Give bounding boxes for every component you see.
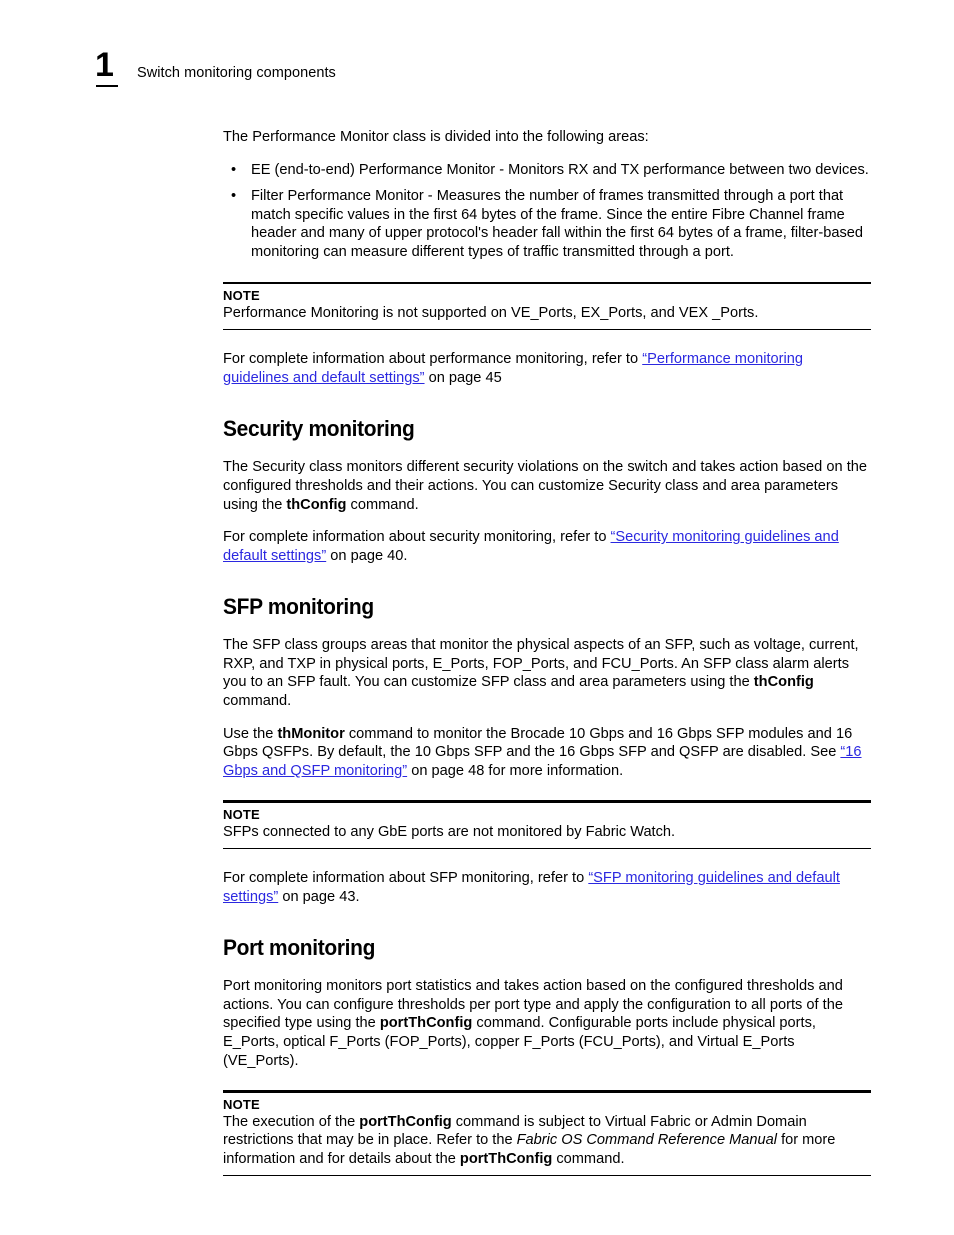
xref-tail-text: on page 40. bbox=[326, 547, 408, 564]
list-item: • Filter Performance Monitor - Measures … bbox=[223, 187, 871, 261]
document-page: 1 Switch monitoring components The Perfo… bbox=[0, 0, 954, 1235]
command-portthconfig: portThConfig bbox=[459, 1150, 553, 1167]
note-bottom-rule bbox=[223, 1174, 871, 1176]
security-cross-reference: For complete information about security … bbox=[223, 528, 871, 565]
command-thconfig: thConfig bbox=[286, 496, 347, 513]
note-body: SFPs connected to any GbE ports are not … bbox=[223, 824, 676, 841]
heading-security-monitoring: Security monitoring bbox=[223, 416, 415, 442]
sfp2-text-part-3: on page 48 for more information. bbox=[407, 762, 624, 779]
xref-lead-text: For complete information about SFP monit… bbox=[223, 870, 589, 887]
performance-cross-reference: For complete information about performan… bbox=[223, 350, 871, 387]
xref-tail-text: on page 43. bbox=[278, 888, 360, 905]
command-thconfig: thConfig bbox=[753, 674, 814, 691]
note-block-port: NOTE The execution of the portThConfig c… bbox=[223, 1090, 871, 1176]
chapter-number-underline bbox=[96, 85, 118, 87]
port-paragraph: Port monitoring monitors port statistics… bbox=[223, 977, 871, 1070]
note-label: NOTE bbox=[223, 288, 260, 304]
performance-areas-list: • EE (end-to-end) Performance Monitor - … bbox=[223, 161, 871, 262]
note-body: Performance Monitoring is not supported … bbox=[223, 305, 759, 322]
command-portthconfig: portThConfig bbox=[379, 1015, 473, 1032]
security-text-part-2: command. bbox=[346, 496, 419, 513]
note-bottom-rule bbox=[223, 847, 871, 850]
bullet-icon: • bbox=[231, 188, 237, 205]
chapter-number: 1 bbox=[95, 46, 114, 84]
list-item-text: EE (end-to-end) Performance Monitor - Mo… bbox=[251, 161, 869, 178]
note-block-sfp: NOTE SFPs connected to any GbE ports are… bbox=[223, 800, 871, 850]
xref-lead-text: For complete information about performan… bbox=[223, 351, 643, 368]
running-header-title: Switch monitoring components bbox=[137, 65, 336, 81]
note-label: NOTE bbox=[223, 1096, 260, 1112]
sfp-paragraph-1: The SFP class groups areas that monitor … bbox=[223, 636, 871, 710]
page-content: The Performance Monitor class is divided… bbox=[223, 128, 871, 1176]
manual-title-italic: Fabric OS Command Reference Manual bbox=[516, 1132, 778, 1149]
note-bottom-rule bbox=[223, 328, 871, 331]
list-item-text: Filter Performance Monitor - Measures th… bbox=[251, 188, 864, 260]
security-paragraph: The Security class monitors different se… bbox=[223, 458, 871, 514]
sfp-paragraph-2: Use the thMonitor command to monitor the… bbox=[223, 725, 871, 781]
note-body: The execution of the portThConfig comman… bbox=[223, 1113, 871, 1175]
xref-lead-text: For complete information about security … bbox=[223, 529, 611, 546]
sfp2-text-part-1: Use the bbox=[223, 725, 278, 742]
sfp-cross-reference: For complete information about SFP monit… bbox=[223, 869, 871, 906]
note-text-part-4: command. bbox=[552, 1150, 625, 1167]
bullet-icon: • bbox=[231, 161, 237, 178]
list-item: • EE (end-to-end) Performance Monitor - … bbox=[223, 161, 871, 180]
command-portthconfig: portThConfig bbox=[359, 1113, 452, 1130]
sfp-text-part-2: command. bbox=[223, 693, 292, 710]
note-label: NOTE bbox=[223, 807, 260, 823]
command-thmonitor: thMonitor bbox=[277, 725, 345, 742]
running-header: 1 Switch monitoring components bbox=[0, 0, 954, 110]
heading-port-monitoring: Port monitoring bbox=[223, 935, 376, 961]
note-text-part-1: The execution of the bbox=[223, 1113, 360, 1130]
xref-tail-text: on page 45 bbox=[424, 369, 502, 386]
note-block-performance: NOTE Performance Monitoring is not suppo… bbox=[223, 281, 871, 331]
intro-paragraph: The Performance Monitor class is divided… bbox=[223, 129, 649, 145]
heading-sfp-monitoring: SFP monitoring bbox=[223, 594, 374, 620]
